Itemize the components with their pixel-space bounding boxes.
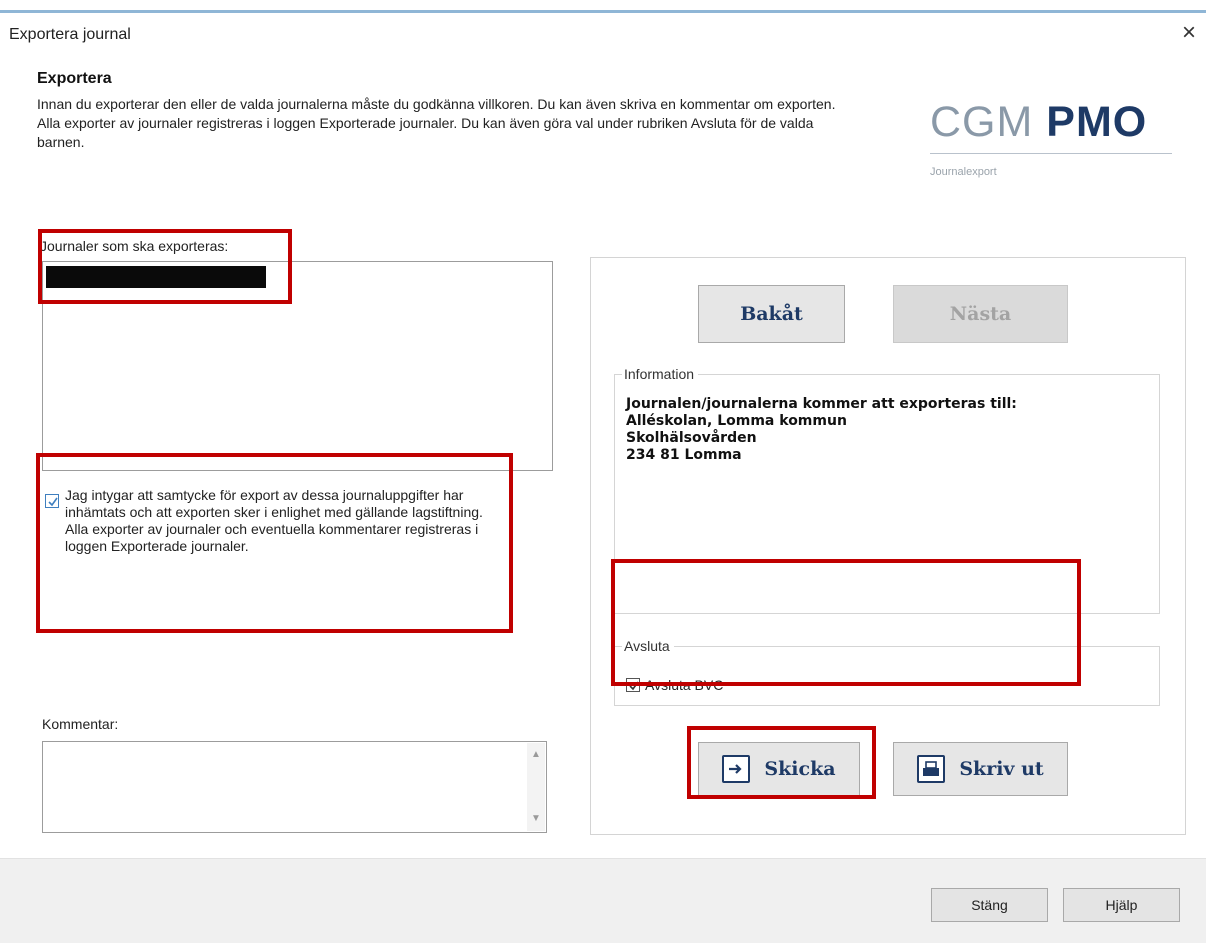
comment-textarea[interactable] bbox=[42, 741, 547, 833]
highlight-avsluta bbox=[611, 559, 1081, 686]
information-line: Alléskolan, Lomma kommun bbox=[626, 413, 847, 429]
help-button[interactable]: Hjälp bbox=[1063, 888, 1180, 922]
information-label: Information bbox=[622, 366, 699, 382]
printer-icon bbox=[917, 755, 946, 783]
page-title: Exportera bbox=[37, 70, 112, 87]
information-text: Journalen/journalerna kommer att exporte… bbox=[626, 396, 1017, 464]
logo-part2: PMO bbox=[1046, 98, 1148, 146]
logo: CGM PMO bbox=[930, 97, 1147, 147]
print-label: Skriv ut bbox=[959, 758, 1044, 780]
next-button[interactable]: Nästa bbox=[893, 285, 1068, 343]
information-line: Journalen/journalerna kommer att exporte… bbox=[626, 396, 1017, 412]
print-button[interactable]: Skriv ut bbox=[893, 742, 1068, 796]
information-line: 234 81 Lomma bbox=[626, 447, 742, 463]
comment-scrollbar[interactable]: ▲ ▼ bbox=[527, 743, 545, 831]
window-title: Exportera journal bbox=[9, 26, 131, 43]
highlight-journals-label bbox=[38, 229, 292, 304]
logo-divider bbox=[930, 153, 1172, 154]
information-line: Skolhälsovården bbox=[626, 430, 757, 446]
back-button[interactable]: Bakåt bbox=[698, 285, 845, 343]
highlight-send-button bbox=[687, 726, 876, 799]
page-description: Innan du exporterar den eller de valda j… bbox=[37, 96, 836, 150]
scroll-up-icon[interactable]: ▲ bbox=[527, 747, 545, 763]
close-icon[interactable]: × bbox=[1176, 20, 1202, 46]
logo-part1: CGM bbox=[930, 98, 1034, 146]
scroll-down-icon[interactable]: ▼ bbox=[527, 811, 545, 827]
close-button[interactable]: Stäng bbox=[931, 888, 1048, 922]
highlight-consent bbox=[36, 453, 513, 633]
window-top-border bbox=[0, 10, 1206, 13]
comment-label: Kommentar: bbox=[42, 716, 119, 732]
logo-subtitle: Journalexport bbox=[930, 166, 997, 178]
